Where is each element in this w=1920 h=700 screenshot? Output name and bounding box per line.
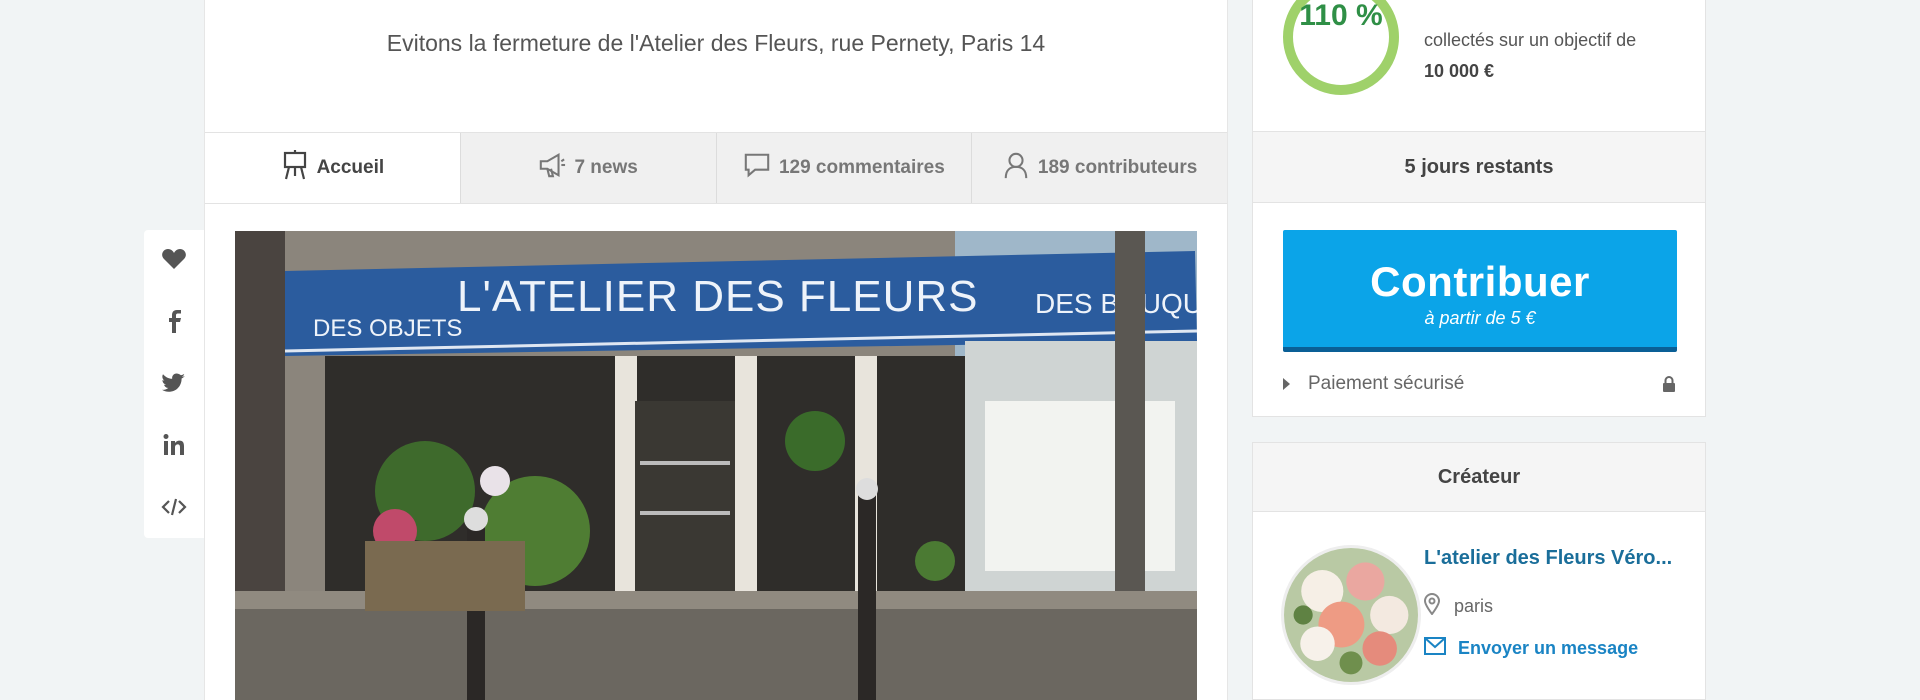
creator-location-text: paris	[1454, 596, 1494, 616]
creator-panel: Créateur L'atelier des Fleurs Véro... pa…	[1252, 442, 1706, 700]
tab-news[interactable]: 7 news	[459, 133, 716, 203]
share-facebook-button[interactable]	[159, 308, 189, 338]
comment-icon	[743, 150, 771, 186]
tab-label: 7 news	[574, 157, 638, 178]
collect-label: collectés sur un objectif de	[1424, 30, 1637, 50]
hero-sign-left: DES OBJETS	[313, 315, 462, 342]
tab-label: 189 contributeurs	[1037, 157, 1198, 178]
embed-icon	[161, 494, 187, 525]
envelope-icon	[1424, 637, 1446, 660]
share-twitter-button[interactable]	[159, 370, 189, 400]
days-left: 5 jours restants	[1253, 131, 1705, 203]
contribute-sublabel: à partir de 5 €	[1424, 308, 1536, 328]
project-tabs: Accueil 7 news 129 commentaires 189 cont…	[205, 132, 1227, 204]
creator-heading: Créateur	[1253, 443, 1705, 512]
embed-button[interactable]	[159, 494, 189, 524]
project-subtitle: Evitons la fermeture de l'Atelier des Fl…	[386, 30, 1046, 56]
share-bar	[144, 230, 204, 538]
lock-icon	[1661, 375, 1677, 393]
tab-contributeurs[interactable]: 189 contributeurs	[971, 133, 1227, 203]
facebook-icon	[161, 308, 187, 339]
tab-accueil[interactable]: Accueil	[205, 133, 460, 203]
megaphone-icon	[538, 150, 566, 186]
hero-sign-text: L'ATELIER DES FLEURS	[457, 272, 979, 321]
easel-icon	[281, 149, 309, 186]
progress-percent: 110 %	[1299, 0, 1383, 32]
avatar[interactable]	[1281, 545, 1421, 685]
goal-amount: 10 000 €	[1424, 61, 1495, 81]
caret-right-icon	[1283, 378, 1290, 390]
project-main-card: Evitons la fermeture de l'Atelier des Fl…	[204, 0, 1228, 700]
send-message-link[interactable]: Envoyer un message	[1424, 637, 1638, 660]
project-hero-image: L'ATELIER DES FLEURS DES OBJETS DES BOUQ…	[235, 231, 1197, 700]
funding-panel: 110 % collectés sur un objectif de 10 00…	[1252, 0, 1706, 417]
like-button[interactable]	[159, 246, 189, 276]
twitter-icon	[161, 370, 187, 401]
contribute-label: Contribuer	[1370, 258, 1590, 305]
user-icon	[1002, 150, 1030, 186]
tab-label: 129 commentaires	[778, 157, 945, 178]
heart-icon	[161, 246, 187, 277]
progress-ring: 110 %	[1283, 0, 1399, 95]
share-linkedin-button[interactable]	[159, 432, 189, 462]
tab-commentaires[interactable]: 129 commentaires	[715, 133, 972, 203]
map-pin-icon	[1423, 593, 1441, 620]
secure-payment-label: Paiement sécurisé	[1308, 373, 1465, 394]
linkedin-icon	[161, 432, 187, 463]
contribute-button[interactable]: Contribuer à partir de 5 €	[1283, 230, 1677, 352]
secure-payment-toggle[interactable]: Paiement sécurisé	[1283, 369, 1677, 399]
creator-name-link[interactable]: L'atelier des Fleurs Véro...	[1424, 547, 1698, 570]
collect-text: collectés sur un objectif de 10 000 €	[1424, 25, 1636, 87]
creator-location: paris	[1423, 593, 1494, 620]
send-message-label: Envoyer un message	[1458, 638, 1639, 658]
tab-label: Accueil	[316, 156, 385, 178]
